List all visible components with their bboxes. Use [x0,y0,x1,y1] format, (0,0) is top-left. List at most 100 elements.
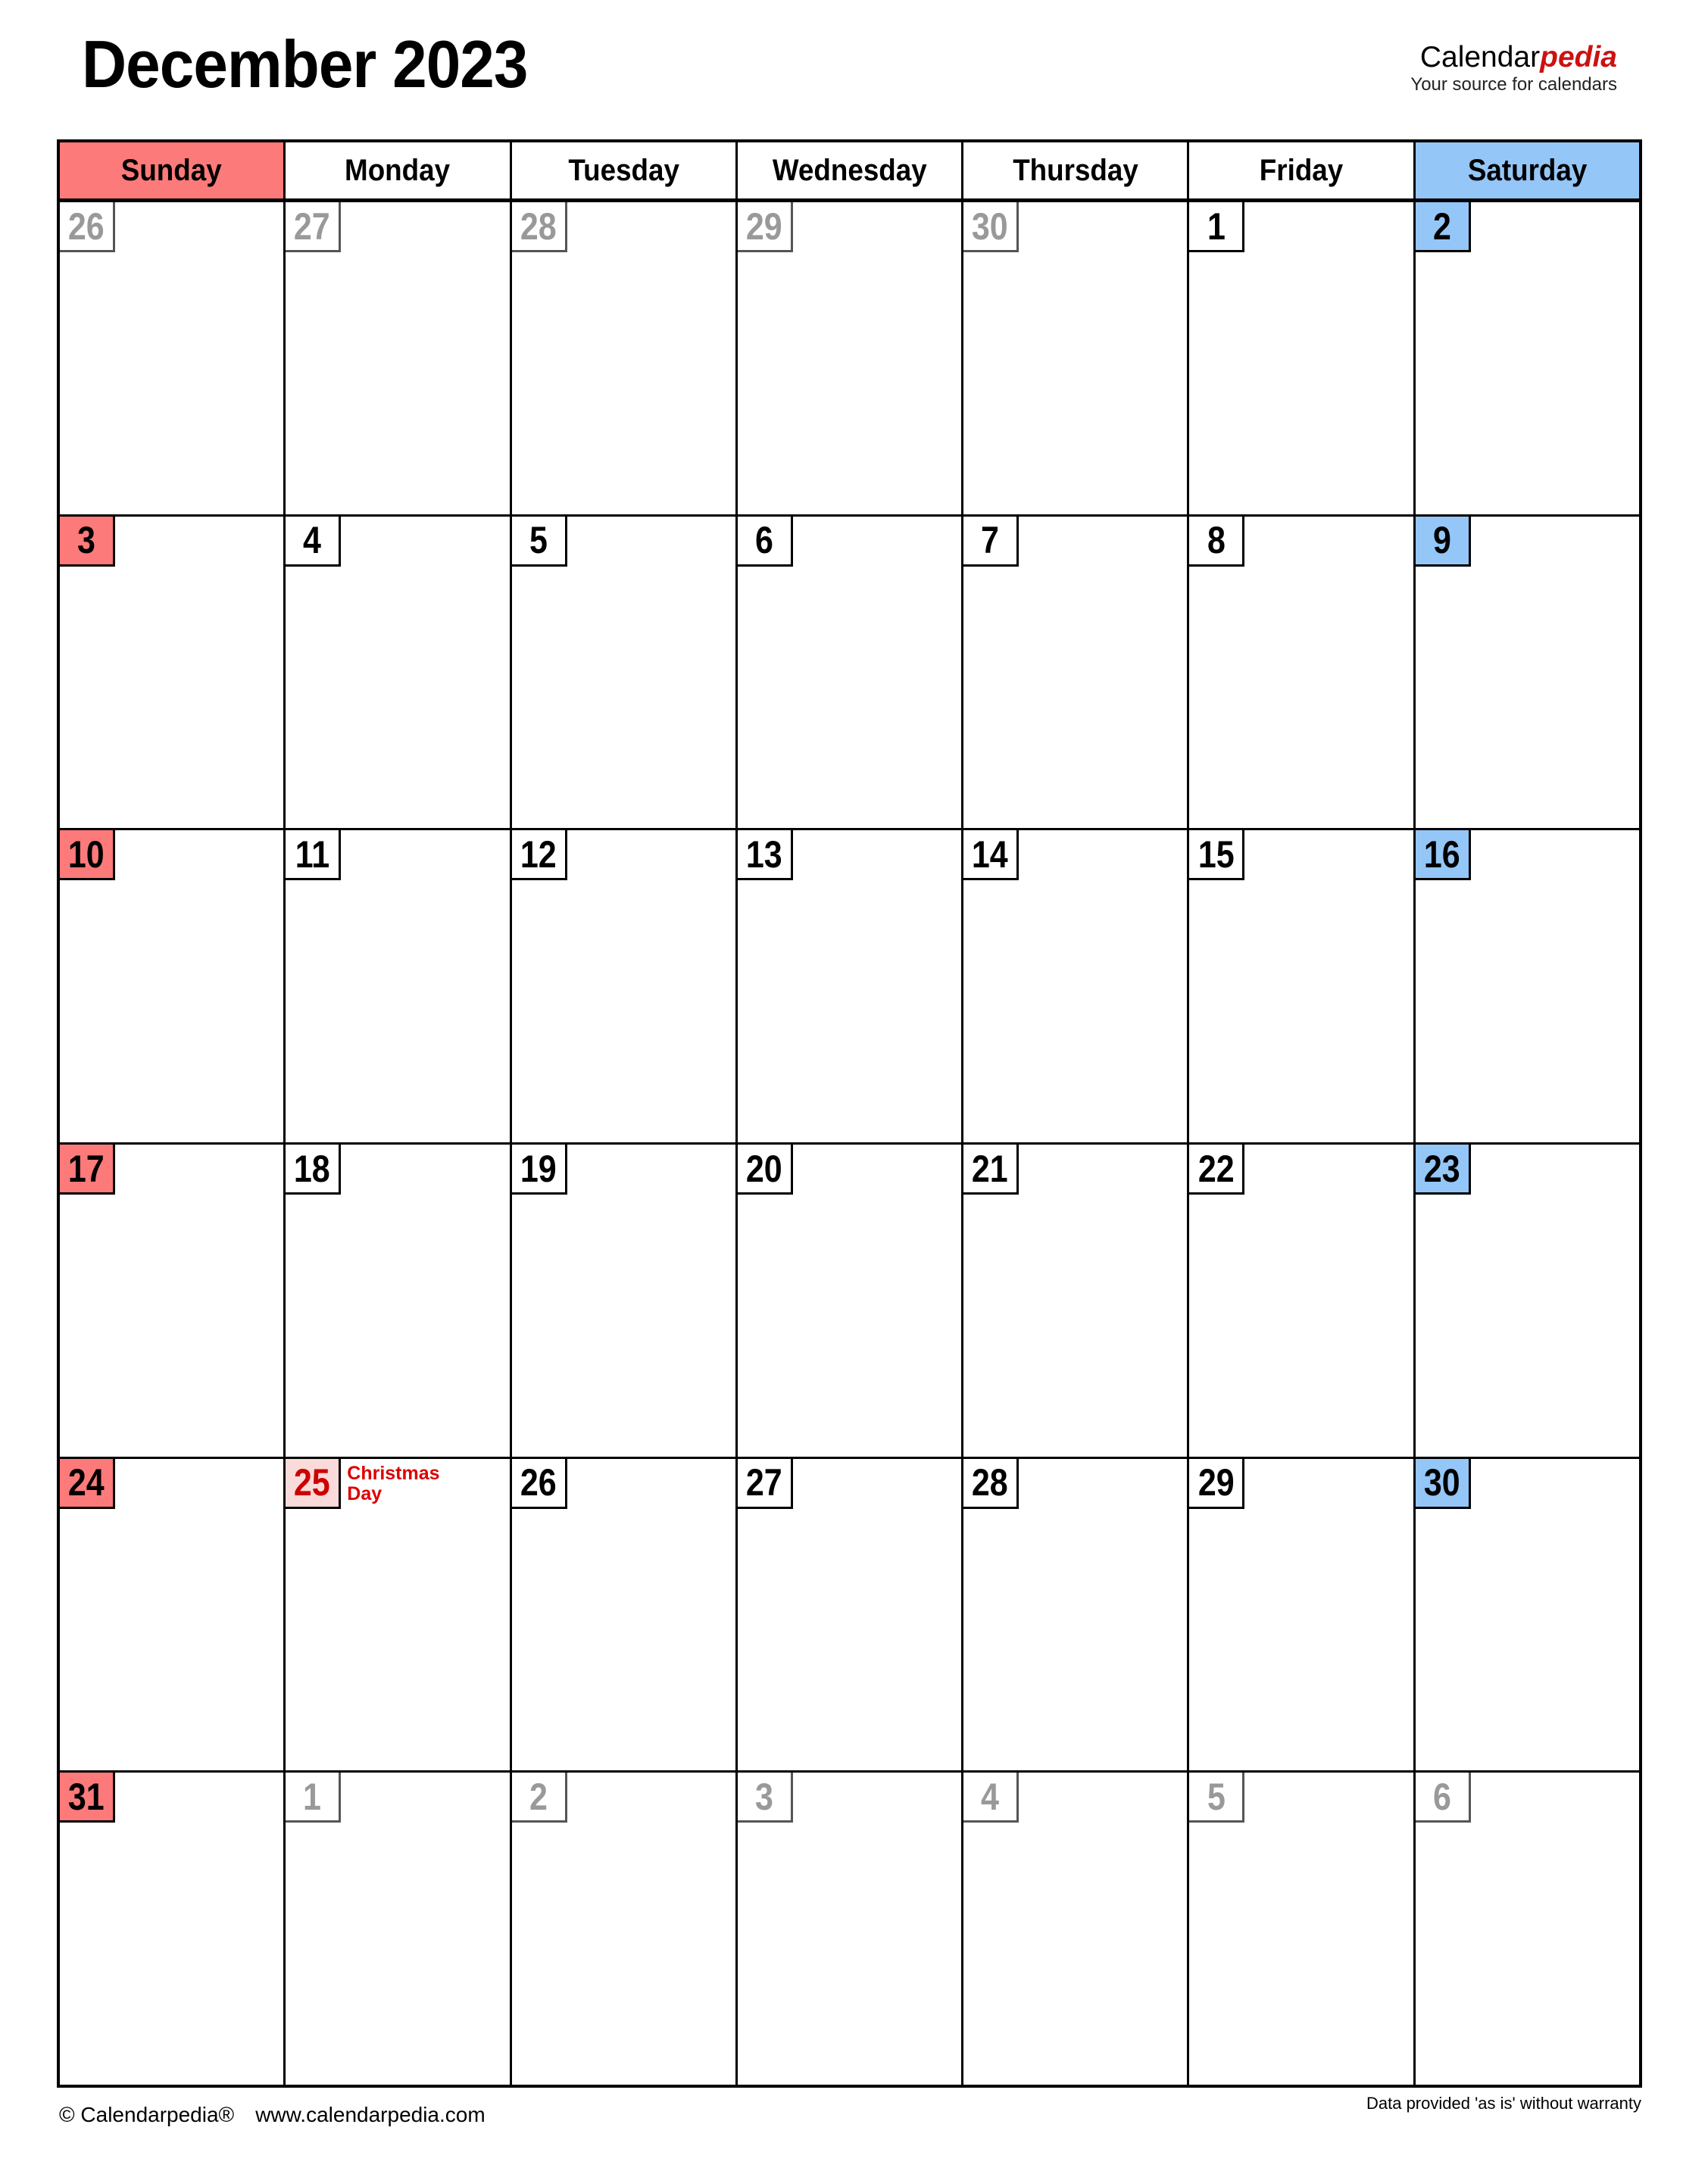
day-number-box: 31 [60,1773,115,1823]
weekday-header-row: Sunday Monday Tuesday Wednesday Thursday Frid… [60,142,1639,202]
day-number: 27 [745,1461,782,1504]
page-footer: © Calendarpedia® www.calendarpedia.com Da… [0,2094,1708,2168]
day-cell[interactable]: 29 [1189,1458,1416,1771]
day-number: 20 [745,1147,782,1190]
day-number: 16 [1423,833,1460,876]
weeks-container: 26 27 28 29 30 1 2 3 4 5 6 7 8 9 10 11 12 13 14 15 16 17 18 19 2… [60,202,1639,2085]
day-cell[interactable]: 9 [1415,516,1639,829]
calendar-week-row: 3 4 5 6 7 8 9 [60,516,1639,831]
day-number-box: 3 [737,1773,793,1823]
day-number-box: 27 [737,1458,793,1509]
day-number: 26 [520,1461,557,1504]
day-cell[interactable]: 2 [511,1773,738,2085]
day-cell[interactable]: 30 [963,202,1190,514]
weekday-header-monday: Monday [286,142,512,198]
day-cell[interactable]: 11 [286,830,512,1143]
day-cell[interactable]: 23 [1415,1145,1639,1457]
day-cell[interactable]: 19 [511,1145,738,1457]
day-number-box: 19 [511,1145,567,1195]
day-number-box: 12 [511,830,567,881]
day-cell[interactable]: 4 [286,516,512,829]
day-cell[interactable]: 25 Christmas Day [286,1458,512,1771]
day-number: 26 [68,205,105,248]
day-cell[interactable]: 29 [737,202,964,514]
day-number: 2 [1432,205,1451,248]
weekday-label: Tuesday [567,153,679,187]
day-cell[interactable]: 12 [511,830,738,1143]
calendar-week-row: 24 25 Christmas Day 26 27 28 29 30 [60,1458,1639,1773]
day-number-box: 18 [286,1145,342,1195]
weekday-header-friday: Friday [1189,142,1416,198]
day-number: 6 [754,519,773,562]
day-cell[interactable]: 14 [963,830,1190,1143]
day-cell[interactable]: 21 [963,1145,1190,1457]
day-number: 5 [529,519,548,562]
copyright-text: © Calendarpedia® [59,2103,235,2126]
day-cell[interactable]: 27 [737,1458,964,1771]
day-cell[interactable]: 30 [1415,1458,1639,1771]
day-cell[interactable]: 15 [1189,830,1416,1143]
day-cell[interactable]: 6 [737,516,964,829]
day-number-box: 4 [963,1773,1019,1823]
day-number: 28 [972,1461,1009,1504]
day-cell[interactable]: 3 [737,1773,964,2085]
weekday-header-saturday: Saturday [1415,142,1639,198]
day-cell[interactable]: 22 [1189,1145,1416,1457]
page-header: December 2023 Calendarpedia Your source … [0,0,1708,139]
day-number: 1 [1207,205,1226,248]
day-cell[interactable]: 3 [60,516,286,829]
day-cell[interactable]: 24 [60,1458,286,1771]
day-cell[interactable]: 27 [286,202,512,514]
day-number-box: 6 [1415,1773,1471,1823]
day-number-box: 27 [286,202,342,252]
day-cell[interactable]: 1 [1189,202,1416,514]
day-number-box: 30 [963,202,1019,252]
weekday-label: Wednesday [772,153,927,187]
page-title: December 2023 [82,27,528,102]
day-number-box: 1 [286,1773,342,1823]
day-number: 18 [294,1147,331,1190]
day-cell[interactable]: 6 [1415,1773,1639,2085]
day-cell[interactable]: 7 [963,516,1190,829]
day-cell[interactable]: 4 [963,1773,1190,2085]
day-cell[interactable]: 31 [60,1773,286,2085]
day-number-box: 28 [963,1458,1019,1509]
weekday-label: Friday [1259,153,1344,187]
day-cell[interactable]: 2 [1415,202,1639,514]
day-cell[interactable]: 10 [60,830,286,1143]
day-cell[interactable]: 20 [737,1145,964,1457]
day-cell[interactable]: 1 [286,1773,512,2085]
website-url[interactable]: www.calendarpedia.com [255,2103,486,2126]
day-number: 24 [68,1461,105,1504]
day-number: 3 [77,519,95,562]
day-cell[interactable]: 28 [963,1458,1190,1771]
day-number: 3 [754,1775,773,1818]
calendar-week-row: 17 18 19 20 21 22 23 [60,1145,1639,1459]
day-cell[interactable]: 8 [1189,516,1416,829]
day-cell[interactable]: 28 [511,202,738,514]
calendar-week-row: 10 11 12 13 14 15 16 [60,830,1639,1145]
day-cell[interactable]: 16 [1415,830,1639,1143]
day-number: 6 [1432,1775,1451,1818]
calendarpedia-logo[interactable]: Calendarpedia Your source for calendars [1410,42,1617,94]
day-cell[interactable]: 17 [60,1145,286,1457]
day-number: 13 [745,833,782,876]
day-number: 30 [972,205,1009,248]
day-number: 23 [1423,1147,1460,1190]
day-number: 2 [529,1775,548,1818]
day-number-box: 5 [1189,1773,1245,1823]
day-number: 28 [520,205,557,248]
day-cell[interactable]: 26 [60,202,286,514]
day-cell[interactable]: 26 [511,1458,738,1771]
calendar-week-row: 31 1 2 3 4 5 6 [60,1773,1639,2085]
day-cell[interactable]: 18 [286,1145,512,1457]
day-cell[interactable]: 5 [511,516,738,829]
day-number: 4 [981,1775,1000,1818]
day-number: 15 [1197,833,1235,876]
day-number: 30 [1423,1461,1460,1504]
day-cell[interactable]: 13 [737,830,964,1143]
day-cell[interactable]: 5 [1189,1773,1416,2085]
weekday-header-tuesday: Tuesday [511,142,738,198]
weekday-header-wednesday: Wednesday [737,142,964,198]
day-number: 5 [1207,1775,1226,1818]
